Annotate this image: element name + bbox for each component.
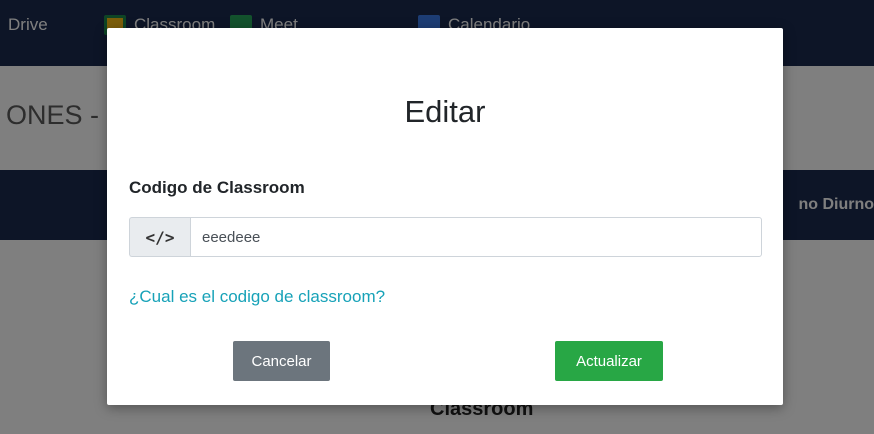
modal-title: Editar xyxy=(404,94,486,129)
classroom-code-input[interactable] xyxy=(190,217,762,257)
edit-modal: Editar Codigo de Classroom </> ¿Cual es … xyxy=(107,28,783,405)
code-icon: </> xyxy=(129,217,190,257)
classroom-code-help-link[interactable]: ¿Cual es el codigo de classroom? xyxy=(129,287,385,307)
cancel-button[interactable]: Cancelar xyxy=(233,341,330,381)
classroom-code-input-group: </> xyxy=(129,217,762,257)
update-button[interactable]: Actualizar xyxy=(555,341,663,381)
classroom-code-label: Codigo de Classroom xyxy=(129,178,305,197)
